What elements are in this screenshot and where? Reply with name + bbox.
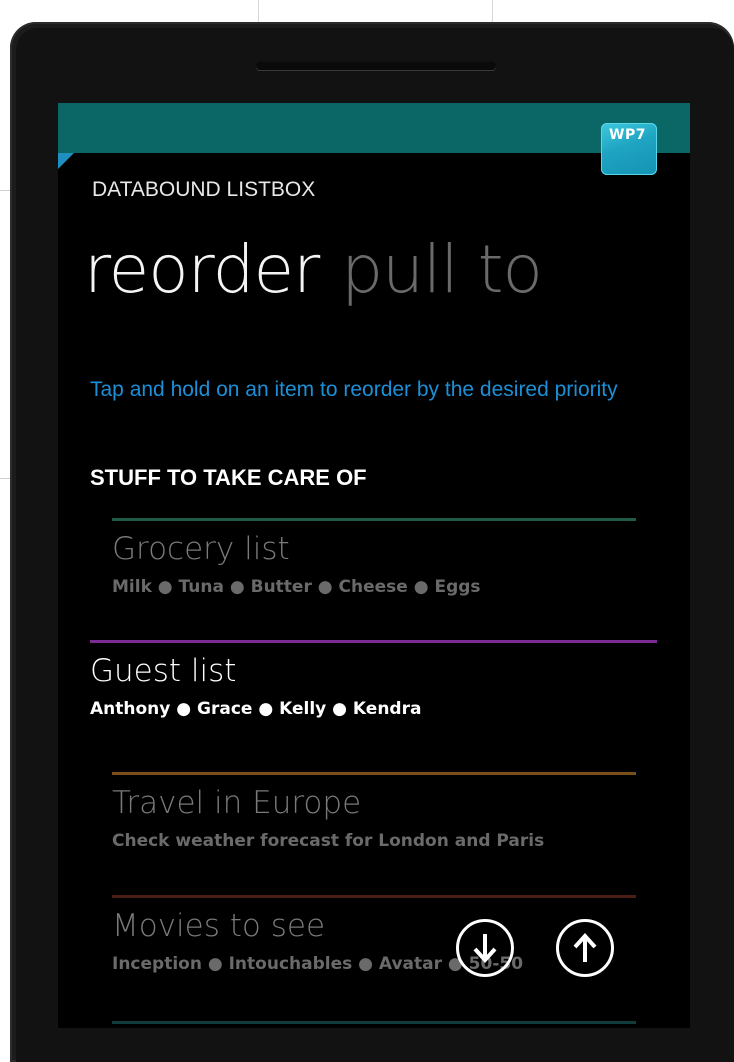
pivot-header: reorder pull to	[84, 231, 543, 308]
move-up-button[interactable]	[556, 919, 614, 977]
arrow-up-icon	[573, 933, 597, 962]
phone-speaker	[256, 62, 496, 70]
phone-screen: WP7 DATABOUND LISTBOX reorder pull to Tap…	[58, 103, 690, 1028]
item-detail: Anthony ● Grace ● Kelly ● Kendra	[90, 699, 422, 719]
item-title: Grocery list	[112, 531, 290, 567]
arrow-down-icon	[473, 934, 497, 963]
list-item[interactable]: Movies to see Inception ● Intouchables ●…	[112, 895, 636, 974]
item-accent-rule	[112, 895, 636, 898]
item-accent-rule	[90, 640, 657, 643]
item-accent-rule	[112, 518, 636, 521]
item-title: Travel in Europe	[112, 785, 362, 821]
wp7-logo-icon: WP7	[601, 123, 657, 175]
item-detail: Milk ● Tuna ● Butter ● Cheese ● Eggs	[112, 577, 481, 597]
item-detail: Check weather forecast for London and Pa…	[112, 831, 545, 851]
instruction-text: Tap and hold on an item to reorder by th…	[90, 378, 618, 401]
corner-accent	[58, 153, 74, 169]
move-down-button[interactable]	[456, 919, 514, 977]
app-title: DATABOUND LISTBOX	[92, 178, 316, 201]
list-item[interactable]: Travel in Europe Check weather forecast …	[112, 772, 636, 851]
pivot-item-pull-to[interactable]: pull to	[341, 231, 543, 308]
item-title: Guest list	[90, 653, 237, 689]
item-accent-rule	[112, 1021, 636, 1024]
wp7-badge-label: WP7	[609, 127, 646, 143]
item-accent-rule	[112, 772, 636, 775]
section-title: STUFF TO TAKE CARE OF	[90, 465, 367, 490]
pivot-item-reorder[interactable]: reorder	[84, 231, 320, 308]
system-tray	[58, 103, 690, 153]
list-item-dragging[interactable]: Guest list Anthony ● Grace ● Kelly ● Ken…	[90, 640, 657, 719]
list-item[interactable]: Grocery list Milk ● Tuna ● Butter ● Chee…	[112, 518, 636, 597]
